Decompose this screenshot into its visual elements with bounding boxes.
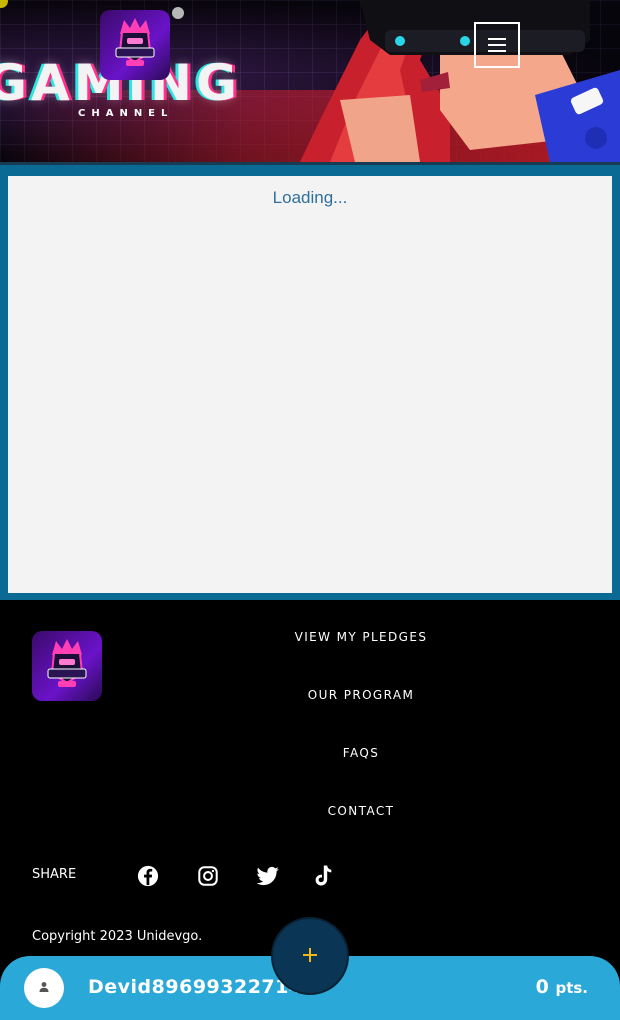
content-frame: Loading... (0, 162, 620, 600)
decorative-dot (172, 7, 184, 19)
points-unit: pts. (555, 979, 588, 997)
plus-icon (301, 946, 319, 967)
instagram-icon[interactable] (196, 864, 220, 888)
site-header: GAMING CHANNEL (0, 0, 620, 162)
header-logo-link[interactable] (100, 10, 170, 80)
footer-nav: VIEW MY PLEDGES OUR PROGRAM FAQS CONTACT (250, 630, 472, 862)
footer-link-view-my-pledges[interactable]: VIEW MY PLEDGES (250, 630, 472, 688)
gaming-mascot-logo-icon (47, 639, 87, 687)
avatar[interactable] (24, 968, 64, 1008)
content-panel: Loading... (8, 176, 612, 593)
username: Devid89699322714 (88, 976, 303, 998)
share-label: SHARE (32, 867, 77, 882)
gamer-vr-illustration (300, 0, 620, 162)
footer-link-contact[interactable]: CONTACT (250, 804, 472, 862)
tiktok-icon[interactable] (311, 864, 335, 888)
user-icon (37, 979, 51, 998)
points-display: 0 pts. (536, 976, 588, 998)
footer-link-faqs[interactable]: FAQS (250, 746, 472, 804)
banner-subtitle: CHANNEL (78, 108, 174, 119)
hamburger-menu-icon (488, 36, 506, 54)
gaming-mascot-logo-icon (115, 18, 155, 66)
facebook-icon[interactable] (136, 864, 160, 888)
copyright-text: Copyright 2023 Unidevgo. (32, 929, 203, 944)
add-button[interactable] (271, 917, 349, 995)
footer-logo-link[interactable] (32, 631, 102, 701)
footer-link-our-program[interactable]: OUR PROGRAM (250, 688, 472, 746)
twitter-icon[interactable] (256, 864, 280, 888)
menu-button[interactable] (474, 22, 520, 68)
points-value: 0 (535, 976, 549, 998)
loading-text: Loading... (272, 188, 348, 207)
